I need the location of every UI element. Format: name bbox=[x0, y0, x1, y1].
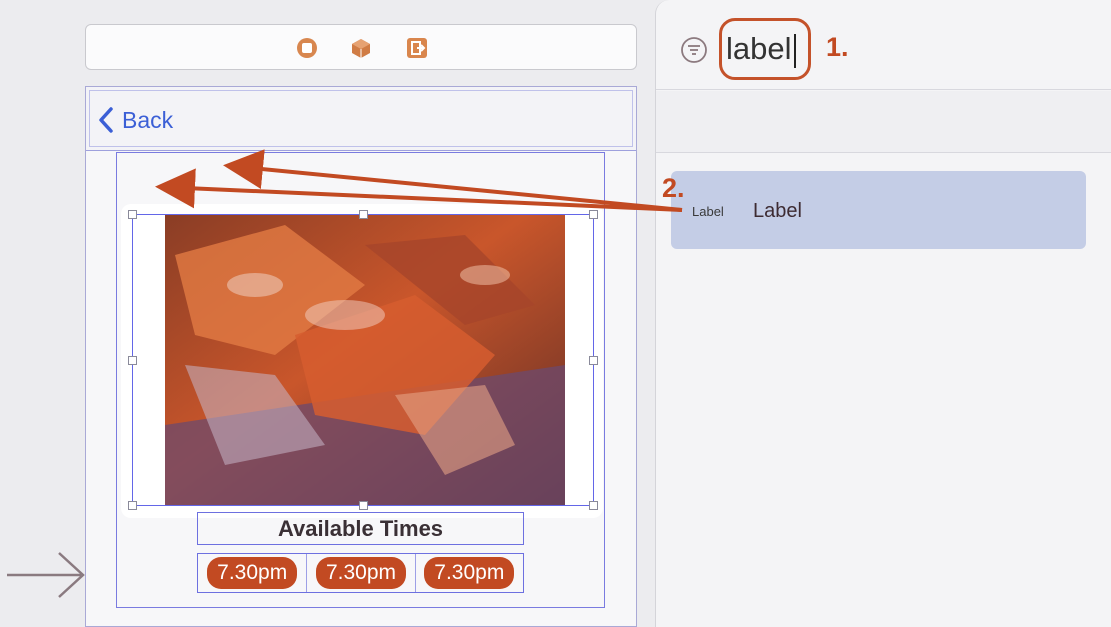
library-panel: 1. Label Label bbox=[655, 0, 1111, 627]
step-1-annotation: 1. bbox=[826, 32, 849, 62]
exit-icon[interactable] bbox=[406, 37, 428, 59]
resize-handle-bottom-right[interactable] bbox=[589, 501, 598, 510]
available-times-label-frame[interactable]: Available Times bbox=[197, 512, 524, 545]
back-button[interactable]: Back bbox=[98, 105, 173, 135]
image-selection-frame[interactable] bbox=[128, 210, 598, 510]
navigation-bar: Back bbox=[86, 87, 636, 151]
filter-icon[interactable] bbox=[680, 36, 708, 64]
time-slots-stack: 7.30pm 7.30pm 7.30pm bbox=[197, 553, 524, 593]
scene-frame: Back Available Times 7.30pm 7.30pm 7.30p… bbox=[85, 86, 637, 627]
resize-handle-top[interactable] bbox=[359, 210, 368, 219]
cube-icon[interactable] bbox=[350, 37, 372, 59]
time-slot-button[interactable]: 7.30pm bbox=[207, 557, 298, 589]
library-result-title: Label bbox=[753, 200, 802, 222]
time-slot-cell: 7.30pm bbox=[306, 554, 414, 592]
back-chevron-icon bbox=[99, 107, 113, 133]
resize-handle-left[interactable] bbox=[128, 356, 137, 365]
library-search-bar: 1. bbox=[656, 0, 1111, 90]
storyboard-canvas: Back Available Times 7.30pm 7.30pm 7.30p… bbox=[0, 0, 655, 627]
resize-handle-right[interactable] bbox=[589, 356, 598, 365]
time-slot-cell: 7.30pm bbox=[414, 554, 523, 592]
label-object-icon: Label bbox=[692, 204, 724, 219]
library-result-label[interactable]: Label Label bbox=[671, 171, 1086, 249]
resize-handle-top-right[interactable] bbox=[589, 210, 598, 219]
time-slot-button[interactable]: 7.30pm bbox=[424, 557, 515, 589]
step-2-annotation: 2. bbox=[662, 173, 685, 203]
text-caret bbox=[794, 34, 796, 68]
library-search-input[interactable] bbox=[726, 26, 804, 72]
view-controller-icon[interactable] bbox=[296, 37, 318, 59]
time-slot-cell: 7.30pm bbox=[198, 554, 306, 592]
resize-handle-top-left[interactable] bbox=[128, 210, 137, 219]
resize-handle-bottom-left[interactable] bbox=[128, 501, 137, 510]
library-toolbar-band bbox=[656, 91, 1111, 153]
available-times-label: Available Times bbox=[277, 515, 444, 541]
entry-point-arrow-icon bbox=[7, 552, 85, 598]
resize-handle-bottom[interactable] bbox=[359, 501, 368, 510]
scene-dock bbox=[85, 24, 637, 70]
back-label: Back bbox=[122, 106, 174, 133]
time-slot-button[interactable]: 7.30pm bbox=[315, 557, 407, 589]
